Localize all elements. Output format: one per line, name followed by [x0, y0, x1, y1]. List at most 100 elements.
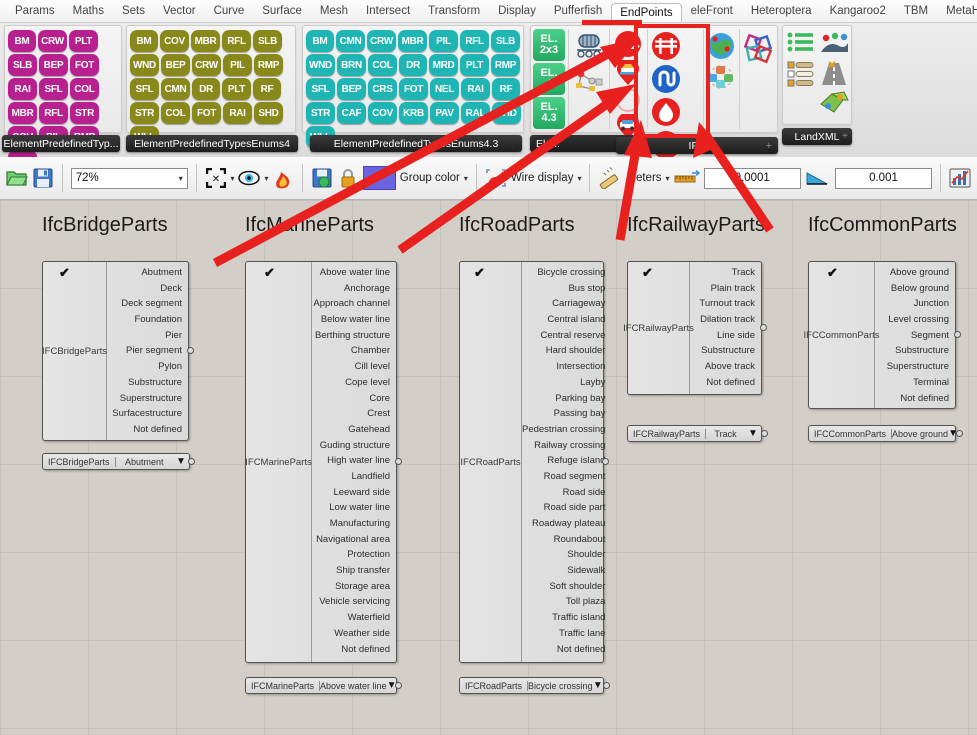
ribbon-button-cov[interactable]: COV: [160, 30, 189, 52]
el-43-button[interactable]: EL. 4.3: [533, 97, 565, 129]
ribbon-button-slb[interactable]: SLB: [491, 30, 520, 52]
value-list-item[interactable]: Dilation track: [690, 312, 755, 328]
ribbon-button-crw[interactable]: CRW: [192, 54, 221, 76]
value-list-item[interactable]: Roadway plateau: [522, 516, 605, 532]
list-orange-icon[interactable]: [786, 60, 816, 90]
chevron-down-icon[interactable]: ▾: [264, 174, 268, 183]
ifc-knot-icon[interactable]: [743, 33, 775, 65]
value-list-item[interactable]: Sidewalk: [522, 563, 605, 579]
ribbon-button-crw[interactable]: CRW: [367, 30, 396, 52]
value-list-item[interactable]: Foundation: [107, 312, 182, 328]
ribbon-button-rfl[interactable]: RFL: [222, 30, 251, 52]
value-list-item[interactable]: Substructure: [107, 375, 182, 391]
value-list-item[interactable]: Not defined: [312, 642, 390, 658]
ifc-globe-icon[interactable]: [706, 31, 736, 61]
value-list-item[interactable]: Not defined: [107, 422, 182, 438]
chevron-down-icon[interactable]: ▼: [745, 428, 761, 439]
value-list-item[interactable]: Leeward side: [312, 485, 390, 501]
value-list-item[interactable]: Approach channel: [312, 296, 390, 312]
ribbon-button-plt[interactable]: PLT: [222, 78, 251, 100]
ribbon-button-sfl[interactable]: SFL: [306, 78, 335, 100]
road-tools-icon[interactable]: [818, 59, 850, 87]
ribbon-button-sfl[interactable]: SFL: [130, 78, 159, 100]
tolerance-input[interactable]: 0.0001: [703, 167, 801, 189]
ribbon-button-col[interactable]: COL: [161, 102, 190, 124]
value-list-item[interactable]: Substructure: [875, 343, 949, 359]
ribbon-button-krb[interactable]: KRB: [399, 102, 428, 124]
value-list-item[interactable]: Railway crossing: [522, 438, 605, 454]
chevron-down-icon[interactable]: ▾: [464, 174, 468, 183]
ribbon-button-rai[interactable]: RAI: [223, 102, 252, 124]
ribbon-button-mrd[interactable]: MRD: [429, 54, 458, 76]
ribbon-button-rf[interactable]: RF: [492, 78, 520, 100]
ribbon-button-mbr[interactable]: MBR: [8, 102, 37, 124]
ribbon-button-wnd[interactable]: WND: [130, 54, 159, 76]
el-2x3-button[interactable]: EL. 2x3: [533, 29, 565, 61]
ribbon-button-bm[interactable]: BM: [306, 30, 334, 52]
output-port[interactable]: [603, 682, 610, 689]
value-list-item[interactable]: Pier: [107, 328, 182, 344]
value-list-item[interactable]: Toll plaza: [522, 594, 606, 610]
ruler-icon[interactable]: [598, 166, 622, 190]
ribbon-button-shd[interactable]: SHD: [254, 102, 283, 124]
ribbon-button-rmp[interactable]: RMP: [254, 54, 283, 76]
ribbon-button-plt[interactable]: PLT: [69, 30, 98, 52]
menu-item-transform[interactable]: Transform: [419, 2, 489, 20]
value-list-item[interactable]: Not defined: [875, 391, 949, 407]
value-list-item[interactable]: Storage area: [312, 579, 390, 595]
ribbon-button-ral[interactable]: RAL: [461, 102, 490, 124]
ribbon-button-rf[interactable]: RF: [253, 78, 281, 100]
output-port[interactable]: [395, 682, 402, 689]
list-green-icon[interactable]: [786, 30, 816, 56]
save-document-icon[interactable]: [311, 166, 333, 190]
value-list-item[interactable]: Bicycle crossing: [474, 265, 606, 281]
ifc-bridge-pin-icon[interactable]: [612, 29, 644, 59]
ribbon-button-rai[interactable]: RAI: [8, 78, 37, 100]
value-list-item[interactable]: Below ground: [875, 281, 949, 297]
ribbon-button-brn[interactable]: BRN: [337, 54, 366, 76]
value-list-item[interactable]: Above water line: [264, 265, 390, 281]
value-list-item[interactable]: Pylon: [107, 359, 182, 375]
value-list-item[interactable]: Abutment: [59, 265, 182, 281]
eye-preview-icon[interactable]: [238, 166, 261, 190]
ribbon-button-pil[interactable]: PIL: [429, 30, 458, 52]
menu-item-mesh[interactable]: Mesh: [311, 2, 357, 20]
ribbon-button-str[interactable]: STR: [70, 102, 99, 124]
output-port[interactable]: [956, 430, 963, 437]
ribbon-button-plt[interactable]: PLT: [460, 54, 489, 76]
group-color-swatch[interactable]: [362, 166, 396, 190]
value-list-item[interactable]: Roundabout: [522, 532, 606, 548]
value-list-item[interactable]: Cill level: [312, 359, 390, 375]
value-list-item[interactable]: Carriageway: [522, 296, 605, 312]
value-list-item[interactable]: Ship transfer: [312, 563, 390, 579]
value-list-item[interactable]: Pier segment: [107, 343, 182, 359]
survey-icon[interactable]: [818, 30, 850, 58]
value-list-item[interactable]: Road segment: [522, 469, 606, 485]
ribbon-button-rai[interactable]: RAI: [461, 78, 490, 100]
menu-item-vector[interactable]: Vector: [154, 2, 205, 20]
ribbon-button-slb[interactable]: SLB: [253, 30, 282, 52]
ribbon-button-mbr[interactable]: MBR: [191, 30, 220, 52]
menu-item-elefront[interactable]: eleFront: [682, 2, 742, 20]
value-list-item[interactable]: Above ground: [827, 265, 949, 281]
ribbon-button-cmn[interactable]: CMN: [336, 30, 365, 52]
value-list-item[interactable]: Bus stop: [522, 281, 605, 297]
ribbon-button-col[interactable]: COL: [70, 78, 99, 100]
value-list-collapsed-marine[interactable]: IFCMarineParts Above water line ▼: [245, 677, 397, 694]
surface-icon[interactable]: [818, 88, 850, 116]
value-list-item[interactable]: Weather side: [312, 626, 390, 642]
value-list-item[interactable]: Refuge island: [522, 453, 605, 469]
value-list-item[interactable]: Protection: [312, 547, 390, 563]
value-list-item[interactable]: Hard shoulder: [522, 343, 606, 359]
value-list-item[interactable]: Superstructure: [875, 359, 949, 375]
panel-tab-enums4[interactable]: ElementPredefinedTypesEnums4: [126, 135, 298, 152]
ribbon-button-caf[interactable]: CAF: [337, 102, 366, 124]
ifc-alignment-icon[interactable]: [651, 64, 681, 94]
output-port[interactable]: [187, 347, 194, 354]
value-list-item[interactable]: Gatehead: [312, 422, 390, 438]
value-list-item[interactable]: Core: [312, 391, 390, 407]
zoom-level-select[interactable]: 72% ▾: [70, 167, 188, 189]
menu-item-surface[interactable]: Surface: [253, 2, 311, 20]
value-list-item[interactable]: Navigational area: [312, 532, 390, 548]
chart-icon[interactable]: [949, 166, 971, 190]
